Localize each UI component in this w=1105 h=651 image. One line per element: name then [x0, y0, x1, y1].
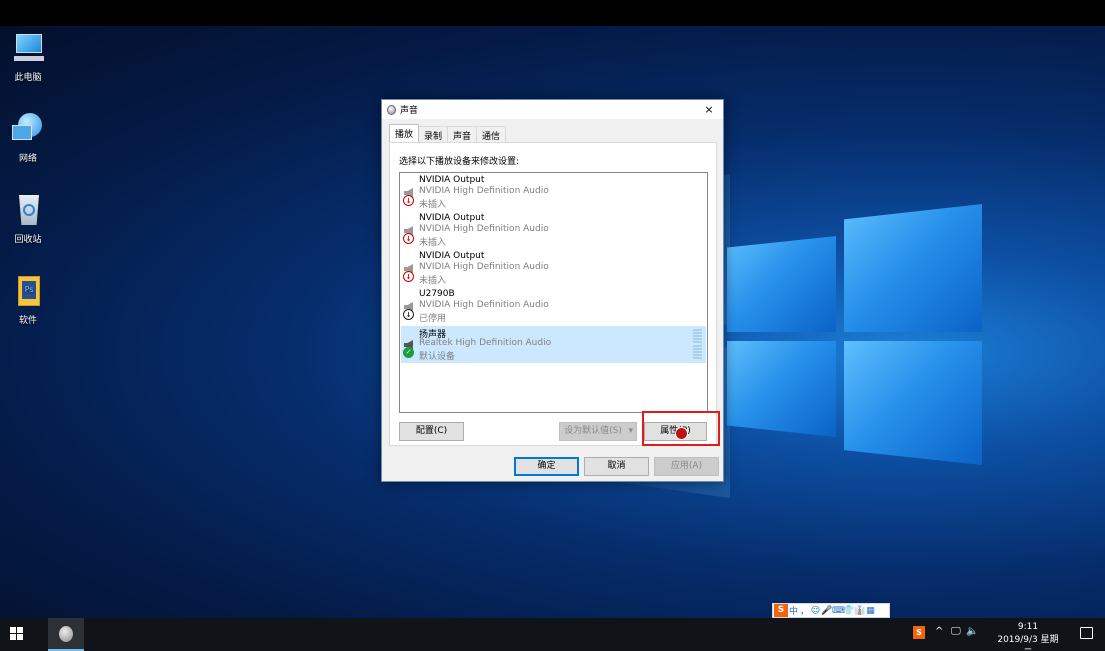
windows-logo-icon: [10, 627, 16, 633]
clock-time: 9:11: [1017, 622, 1039, 632]
notification-center-icon[interactable]: [1080, 627, 1093, 639]
apply-button[interactable]: 应用(A): [654, 457, 719, 476]
volume-level-meter: [693, 329, 702, 359]
tab-communications[interactable]: 通信: [476, 126, 507, 142]
unplugged-badge-icon: ↓: [403, 195, 414, 206]
speaker-device-icon: ↓: [403, 300, 415, 320]
desktop-icon-label: 软件: [18, 316, 37, 326]
logo-pane-bottom-left: [727, 341, 836, 437]
dialog-titlebar[interactable]: 声音 ×: [382, 100, 723, 119]
device-item-selected[interactable]: ✓ 扬声器 Realtek High Definition Audio 默认设备: [401, 326, 706, 363]
device-status: 默认设备: [419, 352, 456, 362]
speaker-device-icon: ↓: [403, 262, 415, 282]
instruction-text: 选择以下播放设备来修改设置:: [399, 157, 520, 167]
dialog-title: 声音: [400, 106, 419, 116]
punctuation-icon[interactable]: ，: [799, 604, 810, 617]
desktop-icon-network[interactable]: 网络: [0, 111, 56, 164]
network-tray-icon[interactable]: 🖵: [951, 626, 961, 637]
device-name: NVIDIA Output: [419, 175, 485, 185]
desktop-icon-label: 此电脑: [14, 73, 42, 83]
set-default-button[interactable]: 设为默认值(S) ▾: [559, 422, 637, 441]
emoji-icon[interactable]: ☺: [810, 606, 821, 616]
ime-toolbar[interactable]: S 中 ， ☺ 🎤 ⌨ 👕 👔 ▦: [772, 603, 890, 618]
configure-button[interactable]: 配置(C): [399, 422, 464, 441]
device-status: 未插入: [419, 200, 447, 210]
unplugged-badge-icon: ↓: [403, 233, 414, 244]
folder-icon: Ps: [10, 273, 46, 309]
speaker-device-icon: ↓: [403, 186, 415, 206]
desktop-icon-this-pc[interactable]: 此电脑: [0, 30, 56, 83]
device-name: NVIDIA Output: [419, 213, 485, 223]
clock-date: 2019/9/3 星期二: [997, 635, 1059, 651]
set-default-label: 设为默认值(S): [564, 426, 622, 436]
tab-sounds[interactable]: 声音: [447, 126, 478, 142]
speaker-device-icon: ↓: [403, 224, 415, 244]
desktop-icon-label: 回收站: [14, 235, 42, 245]
close-button[interactable]: ×: [695, 103, 723, 116]
start-button[interactable]: [10, 627, 24, 641]
device-name: U2790B: [419, 289, 455, 299]
show-hidden-icons-icon[interactable]: ^: [935, 626, 943, 637]
recycle-bin-icon: [10, 192, 46, 228]
network-icon: [10, 111, 46, 147]
logo-pane-top-left: [727, 236, 836, 332]
ok-button[interactable]: 确定: [514, 457, 579, 476]
desktop-icon-recycle-bin[interactable]: 回收站: [0, 192, 56, 245]
logo-pane-bottom-right: [844, 341, 982, 465]
device-status: 未插入: [419, 276, 447, 286]
ime-mode-toggle[interactable]: 中: [788, 604, 799, 617]
device-driver: NVIDIA High Definition Audio: [419, 186, 549, 196]
microphone-icon[interactable]: 🎤: [821, 606, 832, 616]
sogou-tray-icon[interactable]: S: [913, 626, 925, 639]
device-item[interactable]: ↓ NVIDIA Output NVIDIA High Definition A…: [401, 250, 706, 287]
unplugged-badge-icon: ↓: [403, 271, 414, 282]
device-driver: Realtek High Definition Audio: [419, 338, 552, 348]
tab-strip: 播放 录制 声音 通信: [389, 124, 507, 142]
device-status: 未插入: [419, 238, 447, 248]
disabled-badge-icon: ↓: [403, 309, 414, 320]
device-status: 已停用: [419, 314, 447, 324]
skin-icon[interactable]: 👕: [843, 606, 854, 616]
device-item[interactable]: ↓ NVIDIA Output NVIDIA High Definition A…: [401, 212, 706, 249]
taskbar-app-sound[interactable]: [48, 618, 84, 651]
sogou-logo-icon[interactable]: S: [774, 604, 788, 617]
device-list[interactable]: ↓ NVIDIA Output NVIDIA High Definition A…: [399, 172, 708, 413]
taskbar: S ^ 🖵 🔈 9:11 2019/9/3 星期二: [0, 618, 1105, 651]
toolbox-icon[interactable]: ▦: [865, 606, 876, 616]
speaker-device-icon: ✓: [403, 338, 415, 358]
device-driver: NVIDIA High Definition Audio: [419, 224, 549, 234]
device-driver: NVIDIA High Definition Audio: [419, 300, 549, 310]
playback-panel: 选择以下播放设备来修改设置: ↓ NVIDIA Output NVIDIA Hi…: [389, 142, 717, 446]
clock[interactable]: 9:11 2019/9/3 星期二: [993, 621, 1063, 651]
tab-recording[interactable]: 录制: [418, 126, 449, 142]
device-item[interactable]: ↓ U2790B NVIDIA High Definition Audio 已停…: [401, 288, 706, 325]
desktop-icon-label: 网络: [18, 154, 37, 164]
cancel-button[interactable]: 取消: [584, 457, 649, 476]
shirt-icon[interactable]: 👔: [854, 606, 865, 616]
desktop-icon-software[interactable]: Ps 软件: [0, 273, 56, 326]
keyboard-icon[interactable]: ⌨: [832, 606, 845, 616]
computer-icon: [10, 30, 46, 66]
default-check-icon: ✓: [403, 347, 414, 358]
device-name: NVIDIA Output: [419, 251, 485, 261]
volume-tray-icon[interactable]: 🔈: [966, 626, 978, 637]
speaker-app-icon: [59, 626, 73, 642]
device-driver: NVIDIA High Definition Audio: [419, 262, 549, 272]
chevron-down-icon[interactable]: ▾: [628, 423, 633, 440]
logo-pane-top-right: [844, 204, 982, 332]
device-item[interactable]: ↓ NVIDIA Output NVIDIA High Definition A…: [401, 174, 706, 211]
speaker-app-icon: [387, 104, 396, 115]
tab-playback[interactable]: 播放: [389, 124, 420, 142]
mouse-cursor-icon: [675, 427, 688, 440]
